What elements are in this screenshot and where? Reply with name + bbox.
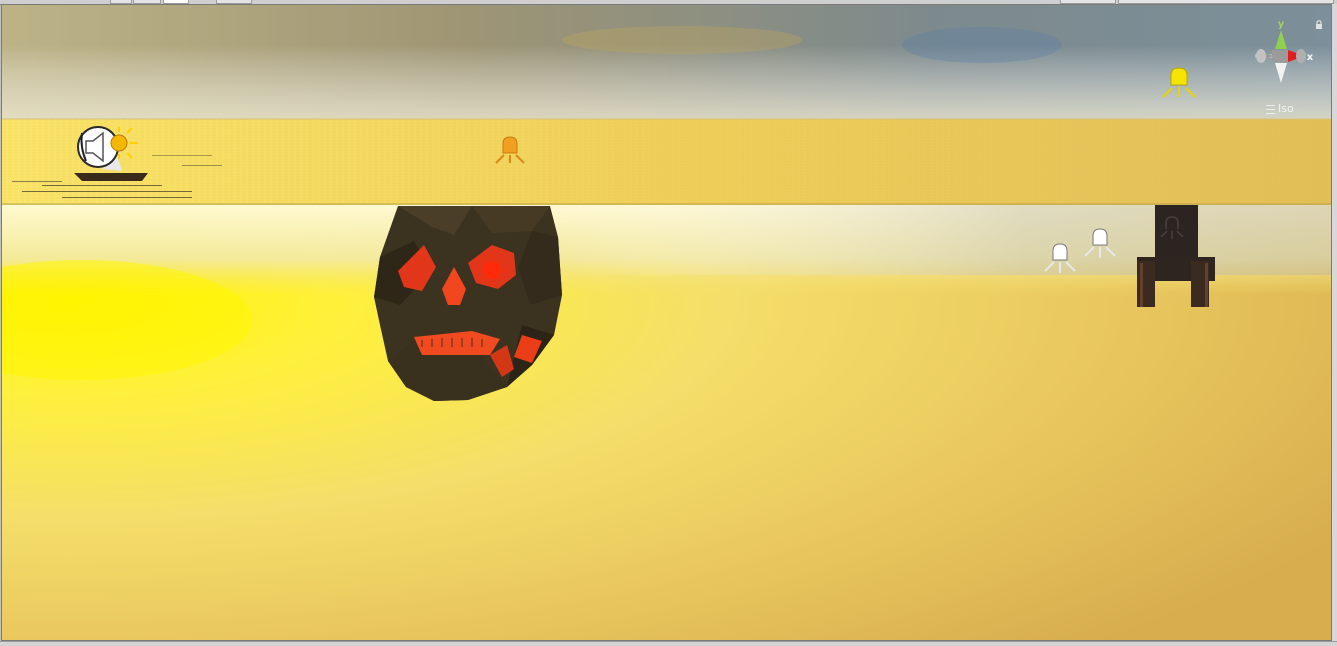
water-plane (2, 118, 1331, 205)
menu-icon (1266, 104, 1275, 114)
projection-toggle[interactable]: Iso (1266, 102, 1294, 115)
scene-viewport[interactable]: y x Iso (1, 4, 1332, 641)
ground-plane (2, 205, 1331, 640)
unity-scene-window: y x Iso (0, 0, 1337, 646)
bottom-edge (0, 641, 1337, 646)
axis-gizmo-center[interactable] (1272, 50, 1290, 62)
axis-x-label: x (1307, 52, 1314, 63)
projection-label: Iso (1278, 102, 1294, 115)
lock-icon[interactable] (1315, 20, 1323, 30)
right-edge (1332, 4, 1337, 641)
axis-y-label: y (1278, 19, 1285, 30)
scene-canvas[interactable]: y x (2, 5, 1332, 641)
sky (2, 5, 1331, 123)
